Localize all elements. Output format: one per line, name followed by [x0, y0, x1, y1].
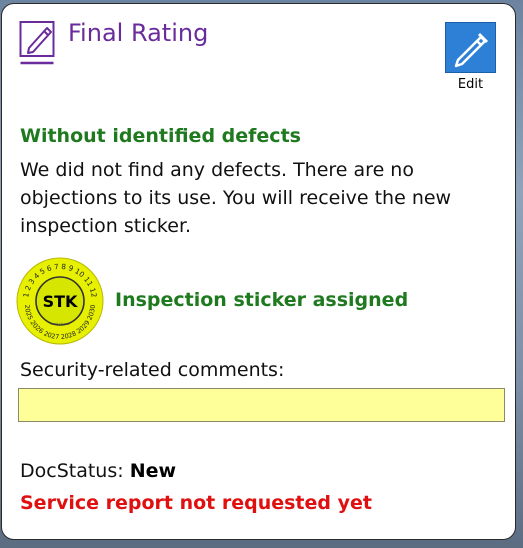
- doc-status-value: New: [129, 460, 177, 482]
- sticker-badge-text: STK: [43, 292, 78, 311]
- comments-label: Security-related comments:: [20, 359, 285, 381]
- service-report-status: Service report not requested yet: [20, 492, 372, 514]
- doc-status: DocStatus: New: [20, 460, 176, 482]
- final-rating-card: Final Rating Edit Without identified def…: [1, 3, 516, 540]
- pencil-icon: [454, 32, 489, 68]
- edit-button[interactable]: [445, 22, 496, 73]
- sticker-assigned-label: Inspection sticker assigned: [115, 289, 409, 311]
- inspection-sticker-icon: 1 2 3 4 5 6 7 8 9 10 11 12 2025 2026 202…: [16, 257, 104, 345]
- sticker-small-text: next check: [50, 322, 70, 326]
- page-title: Final Rating: [68, 19, 209, 47]
- edit-note-icon: [19, 21, 55, 65]
- security-comments-input[interactable]: [18, 388, 505, 422]
- result-heading: Without identified defects: [20, 125, 301, 147]
- doc-status-label: DocStatus:: [20, 460, 124, 482]
- edit-label: Edit: [457, 77, 484, 92]
- result-description: We did not find any defects. There are n…: [20, 159, 452, 237]
